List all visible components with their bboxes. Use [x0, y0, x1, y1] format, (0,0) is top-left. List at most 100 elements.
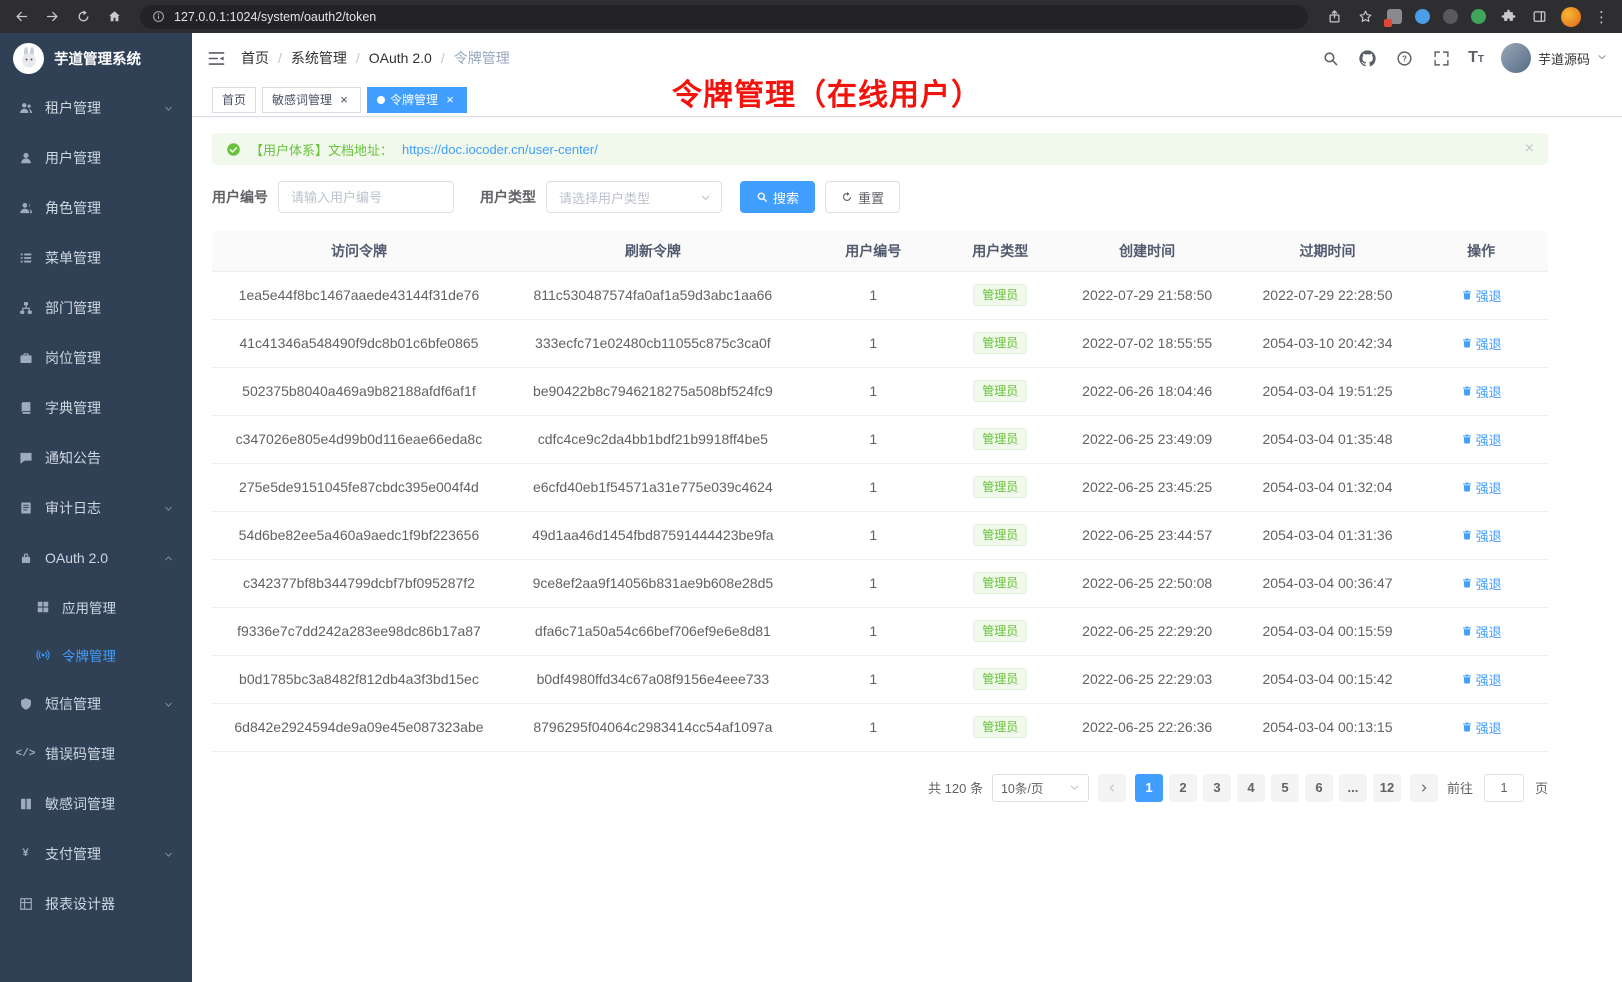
home-icon[interactable] — [105, 8, 123, 26]
sidebar-item[interactable]: 令牌管理 — [0, 631, 192, 679]
sidebar-item[interactable]: 部门管理 — [0, 283, 192, 333]
red-annotation: 令牌管理（在线用户） — [672, 70, 982, 114]
page-button[interactable]: 3 — [1203, 774, 1231, 802]
tab-close-icon[interactable]: × — [337, 93, 351, 107]
force-logout-button[interactable]: 强退 — [1461, 622, 1502, 641]
user-type-cell: 管理员 — [947, 703, 1054, 751]
tab-close-icon[interactable]: × — [443, 93, 457, 107]
page-button[interactable]: 5 — [1271, 774, 1299, 802]
next-page-button[interactable] — [1410, 774, 1438, 802]
breadcrumb-separator: / — [441, 50, 445, 66]
sidebar-item[interactable]: 岗位管理 — [0, 333, 192, 383]
site-info-icon[interactable] — [152, 10, 165, 23]
sidebar-item[interactable]: 租户管理 — [0, 83, 192, 133]
column-header: 过期时间 — [1241, 231, 1415, 271]
collapse-menu-icon[interactable] — [207, 49, 226, 68]
sidebar-item[interactable]: 角色管理 — [0, 183, 192, 233]
user-id-input[interactable] — [278, 181, 454, 213]
sidebar-item[interactable]: 应用管理 — [0, 583, 192, 631]
sidebar-item-label: 应用管理 — [62, 597, 175, 617]
force-logout-button[interactable]: 强退 — [1461, 670, 1502, 689]
help-icon[interactable]: ? — [1394, 48, 1414, 68]
action-cell: 强退 — [1414, 703, 1548, 751]
page-button[interactable]: 2 — [1169, 774, 1197, 802]
sidebar-item[interactable]: 用户管理 — [0, 133, 192, 183]
fullscreen-icon[interactable] — [1431, 48, 1451, 68]
doc-alert: 【用户体系】文档地址： https://doc.iocoder.cn/user-… — [212, 133, 1548, 165]
force-logout-button[interactable]: 强退 — [1461, 334, 1502, 353]
sidebar-item[interactable]: 短信管理 — [0, 679, 192, 729]
goto-unit: 页 — [1535, 778, 1548, 797]
force-logout-button[interactable]: 强退 — [1461, 718, 1502, 737]
bookmark-star-icon[interactable] — [1356, 8, 1374, 26]
page-ellipsis[interactable]: ... — [1339, 774, 1367, 802]
force-logout-button[interactable]: 强退 — [1461, 286, 1502, 305]
prev-page-button[interactable] — [1098, 774, 1126, 802]
sidebar-item[interactable]: </>错误码管理 — [0, 729, 192, 779]
table-row: c342377bf8b344799dcbf7bf095287f29ce8ef2a… — [212, 559, 1548, 607]
sidebar-item[interactable]: 审计日志 — [0, 483, 192, 533]
user-type-select[interactable]: 请选择用户类型 — [546, 181, 722, 213]
sidebar-item[interactable]: 报表设计器 — [0, 879, 192, 929]
forward-icon[interactable] — [43, 8, 61, 26]
github-icon[interactable] — [1357, 48, 1377, 68]
force-logout-button[interactable]: 强退 — [1461, 430, 1502, 449]
user-dropdown[interactable]: 芋道源码 — [1501, 43, 1607, 73]
breadcrumb-item[interactable]: 系统管理 — [291, 48, 347, 68]
reload-icon[interactable] — [74, 8, 92, 26]
page-button[interactable]: 1 — [1135, 774, 1163, 802]
sidebar-item[interactable]: 菜单管理 — [0, 233, 192, 283]
goto-page-input[interactable] — [1484, 774, 1524, 802]
breadcrumb-item[interactable]: OAuth 2.0 — [369, 50, 432, 66]
sidebar-item[interactable]: 字典管理 — [0, 383, 192, 433]
tab-item[interactable]: 令牌管理× — [367, 87, 467, 113]
extension-icon[interactable] — [1471, 9, 1486, 24]
back-icon[interactable] — [12, 8, 30, 26]
force-logout-button[interactable]: 强退 — [1461, 478, 1502, 497]
search-button[interactable]: 搜索 — [740, 181, 815, 213]
refresh-token-cell: cdfc4ce9c2da4bb1bdf21b9918ff4be5 — [506, 415, 800, 463]
sidebar-item[interactable]: 通知公告 — [0, 433, 192, 483]
force-logout-button[interactable]: 强退 — [1461, 574, 1502, 593]
extension-icon[interactable] — [1415, 9, 1430, 24]
tab-item[interactable]: 敏感词管理× — [262, 87, 361, 113]
user-type-cell: 管理员 — [947, 607, 1054, 655]
force-logout-label: 强退 — [1476, 430, 1502, 449]
address-bar[interactable]: 127.0.0.1:1024/system/oauth2/token — [140, 5, 1308, 29]
page-button[interactable]: 4 — [1237, 774, 1265, 802]
force-logout-button[interactable]: 强退 — [1461, 382, 1502, 401]
chevron-down-icon — [1069, 782, 1080, 793]
sidebar-item[interactable]: OAuth 2.0 — [0, 533, 192, 583]
extension-icon[interactable] — [1443, 9, 1458, 24]
search-icon[interactable] — [1320, 48, 1340, 68]
page-button[interactable]: 6 — [1305, 774, 1333, 802]
tab-item[interactable]: 首页 — [212, 87, 256, 113]
browser-menu-icon[interactable]: ⋮ — [1594, 8, 1610, 26]
extensions-puzzle-icon[interactable] — [1499, 8, 1517, 26]
app-logo[interactable]: 芋道管理系统 — [0, 33, 192, 83]
create-time-cell: 2022-06-25 22:26:36 — [1054, 703, 1241, 751]
doc-link[interactable]: https://doc.iocoder.cn/user-center/ — [402, 142, 598, 157]
force-logout-label: 强退 — [1476, 622, 1502, 641]
force-logout-button[interactable]: 强退 — [1461, 526, 1502, 545]
delete-icon — [1461, 289, 1473, 301]
sidebar: 芋道管理系统 租户管理用户管理角色管理菜单管理部门管理岗位管理字典管理通知公告审… — [0, 33, 192, 982]
alert-close-icon[interactable]: × — [1525, 141, 1534, 157]
share-icon[interactable] — [1325, 8, 1343, 26]
sidebar-item-label: 用户管理 — [45, 148, 175, 168]
column-header: 用户编号 — [800, 231, 947, 271]
table-row: 6d842e2924594de9a09e45e087323abe8796295f… — [212, 703, 1548, 751]
breadcrumb-item[interactable]: 首页 — [241, 48, 269, 68]
browser-profile-avatar[interactable] — [1561, 7, 1581, 27]
action-cell: 强退 — [1414, 271, 1548, 319]
force-logout-label: 强退 — [1476, 526, 1502, 545]
sidebar-item[interactable]: 敏感词管理 — [0, 779, 192, 829]
page-size-select[interactable]: 10条/页 — [992, 774, 1089, 802]
reset-button[interactable]: 重置 — [825, 181, 900, 213]
page-button[interactable]: 12 — [1373, 774, 1401, 802]
side-panel-icon[interactable] — [1530, 8, 1548, 26]
user-id-cell: 1 — [800, 319, 947, 367]
font-size-icon[interactable]: TT — [1468, 50, 1484, 66]
sidebar-item[interactable]: ¥支付管理 — [0, 829, 192, 879]
extension-icon[interactable] — [1387, 9, 1402, 24]
